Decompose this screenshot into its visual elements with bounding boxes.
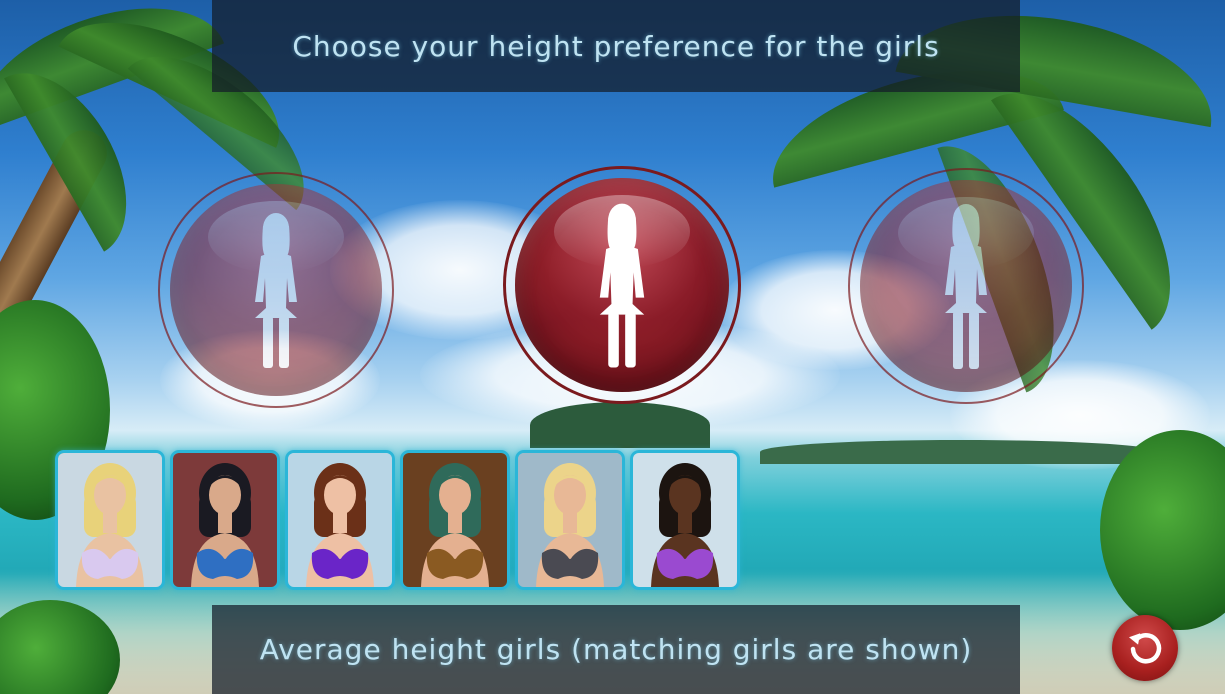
status-bar: Average height girls (matching girls are… bbox=[212, 605, 1020, 694]
girl-thumbnail[interactable] bbox=[285, 450, 395, 590]
matching-girls-thumbnails bbox=[55, 450, 740, 590]
status-text: Average height girls (matching girls are… bbox=[259, 633, 973, 666]
reset-button[interactable] bbox=[1112, 615, 1178, 681]
option-disc bbox=[515, 178, 729, 392]
height-option-tall[interactable] bbox=[848, 168, 1084, 404]
option-disc bbox=[170, 184, 382, 396]
island bbox=[760, 440, 1160, 464]
portrait-image bbox=[288, 453, 392, 587]
girl-thumbnail[interactable] bbox=[400, 450, 510, 590]
girl-thumbnail[interactable] bbox=[515, 450, 625, 590]
portrait-image bbox=[58, 453, 162, 587]
portrait-image bbox=[403, 453, 507, 587]
title-bar: Choose your height preference for the gi… bbox=[212, 0, 1020, 92]
portrait-image bbox=[633, 453, 737, 587]
reset-icon bbox=[1128, 633, 1162, 664]
height-option-short[interactable] bbox=[158, 172, 394, 408]
height-option-average[interactable] bbox=[503, 166, 741, 404]
option-disc bbox=[860, 180, 1072, 392]
portrait-image bbox=[518, 453, 622, 587]
girl-thumbnail[interactable] bbox=[630, 450, 740, 590]
girl-thumbnail[interactable] bbox=[55, 450, 165, 590]
game-screen: Choose your height preference for the gi… bbox=[0, 0, 1225, 694]
portrait-image bbox=[173, 453, 277, 587]
island bbox=[530, 402, 710, 448]
page-title: Choose your height preference for the gi… bbox=[292, 29, 940, 63]
girl-thumbnail[interactable] bbox=[170, 450, 280, 590]
